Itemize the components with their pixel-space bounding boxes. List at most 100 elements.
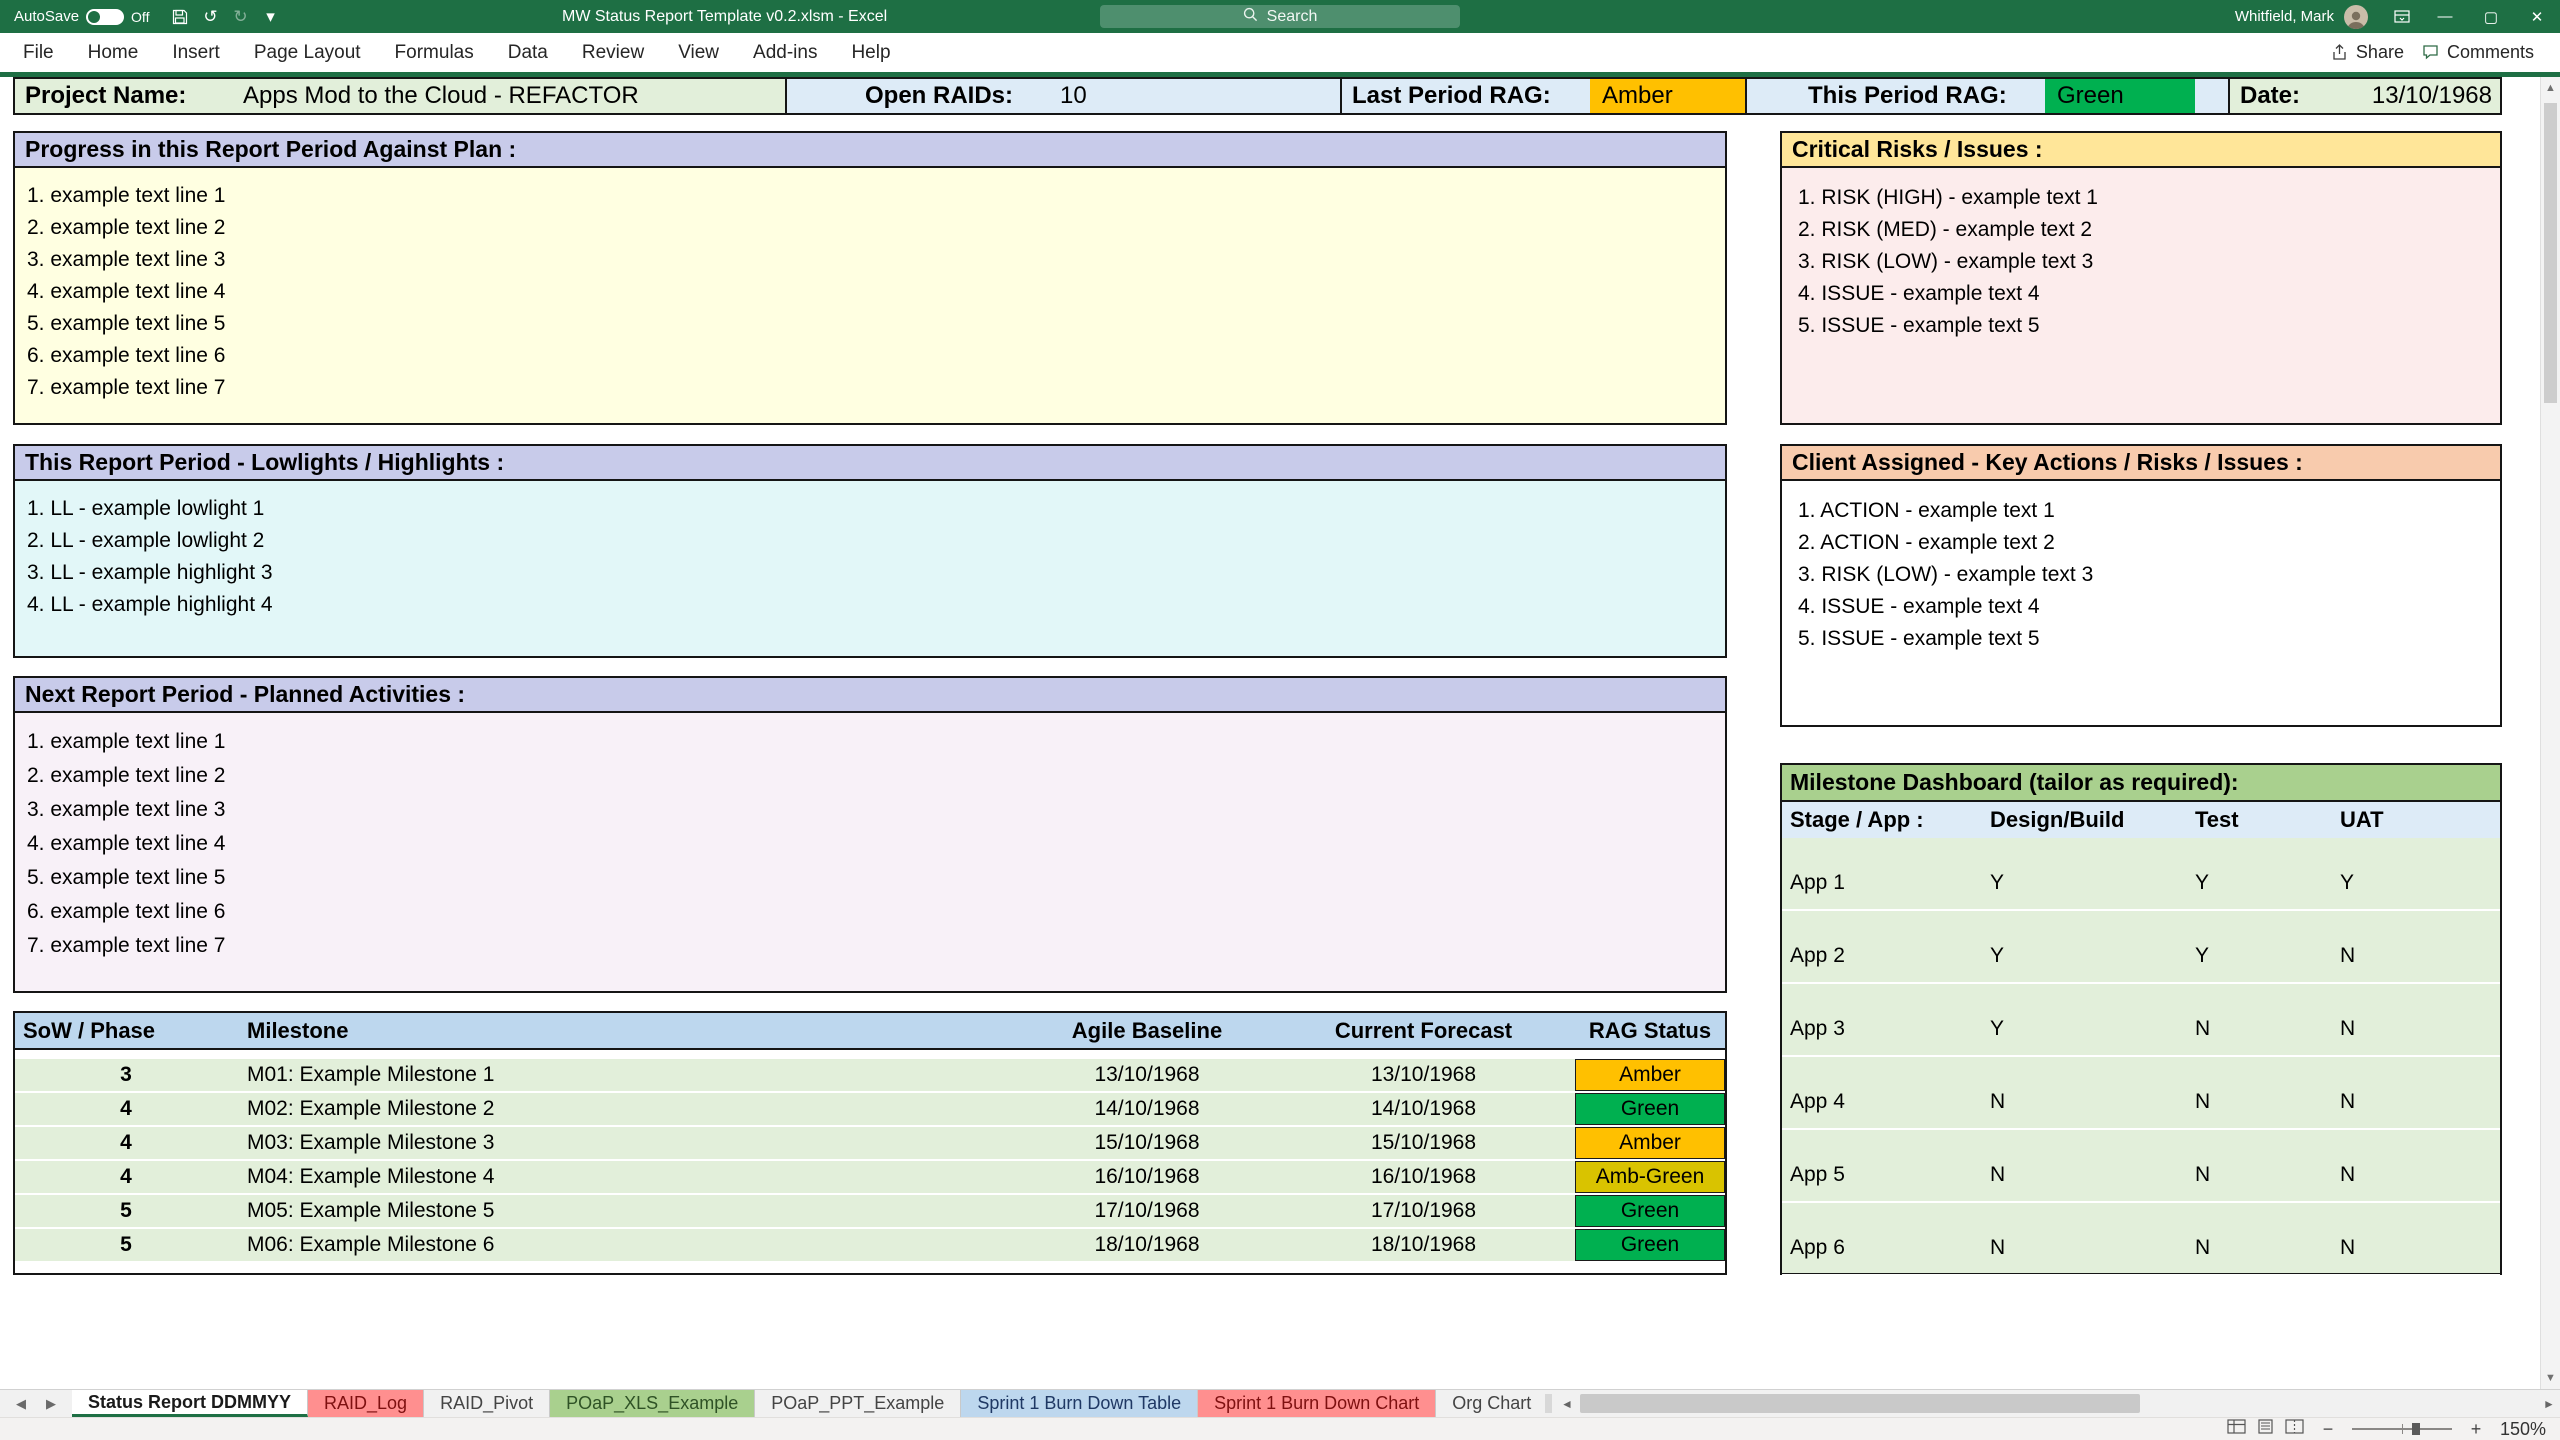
menu-view[interactable]: View bbox=[661, 33, 736, 72]
sheet-tab-raid-log[interactable]: RAID_Log bbox=[308, 1390, 425, 1417]
rag-status-cell[interactable]: Amber bbox=[1575, 1059, 1725, 1091]
menu-addins[interactable]: Add-ins bbox=[736, 33, 834, 72]
date-label[interactable]: Date: bbox=[2228, 79, 2345, 113]
milestone-cell[interactable]: M03: Example Milestone 3 bbox=[237, 1131, 1022, 1155]
share-button[interactable]: Share bbox=[2331, 42, 2404, 63]
text-line[interactable]: 2. example text line 2 bbox=[27, 212, 1715, 244]
baseline-cell[interactable]: 13/10/1968 bbox=[1022, 1063, 1272, 1087]
text-line[interactable]: 3. example text line 3 bbox=[27, 793, 1715, 827]
phase-cell[interactable]: 4 bbox=[15, 1131, 237, 1155]
menu-insert[interactable]: Insert bbox=[155, 33, 237, 72]
open-raids-value[interactable]: 10 bbox=[1015, 79, 1340, 113]
text-line[interactable]: 5. example text line 5 bbox=[27, 861, 1715, 895]
zoom-level[interactable]: 150% bbox=[2500, 1419, 2546, 1440]
client-assigned-section-title[interactable]: Client Assigned - Key Actions / Risks / … bbox=[1780, 444, 2502, 481]
undo-icon[interactable]: ↺ bbox=[197, 0, 223, 33]
maximize-button[interactable]: ▢ bbox=[2468, 0, 2514, 33]
dashboard-title[interactable]: Milestone Dashboard (tailor as required)… bbox=[1782, 765, 2500, 802]
uat-cell[interactable]: N bbox=[2332, 1017, 2500, 1041]
uat-cell[interactable]: N bbox=[2332, 1163, 2500, 1187]
forecast-cell[interactable]: 13/10/1968 bbox=[1272, 1063, 1575, 1087]
app-cell[interactable]: App 2 bbox=[1782, 944, 1982, 968]
text-line[interactable]: 1. example text line 1 bbox=[27, 180, 1715, 212]
baseline-cell[interactable]: 18/10/1968 bbox=[1022, 1233, 1272, 1257]
design-cell[interactable]: N bbox=[1982, 1163, 2187, 1187]
baseline-cell[interactable]: 14/10/1968 bbox=[1022, 1097, 1272, 1121]
scroll-left-icon[interactable]: ◄ bbox=[1556, 1397, 1578, 1411]
app-cell[interactable]: App 3 bbox=[1782, 1017, 1982, 1041]
forecast-cell[interactable]: 18/10/1968 bbox=[1272, 1233, 1575, 1257]
scroll-right-icon[interactable]: ► bbox=[2538, 1397, 2560, 1411]
quick-access-dropdown-icon[interactable]: ▾ bbox=[257, 0, 283, 33]
account-name[interactable]: Whitfield, Mark bbox=[2235, 8, 2334, 25]
page-break-view-icon[interactable] bbox=[2285, 1419, 2304, 1439]
col-test[interactable]: Test bbox=[2187, 807, 2332, 833]
comments-button[interactable]: Comments bbox=[2422, 42, 2534, 63]
save-icon[interactable] bbox=[167, 0, 193, 33]
rag-status-cell[interactable]: Green bbox=[1575, 1093, 1725, 1125]
milestone-cell[interactable]: M06: Example Milestone 6 bbox=[237, 1233, 1022, 1257]
next-sheet-icon[interactable]: ▶ bbox=[46, 1396, 56, 1412]
forecast-cell[interactable]: 15/10/1968 bbox=[1272, 1131, 1575, 1155]
text-line[interactable]: 6. example text line 6 bbox=[27, 895, 1715, 929]
test-cell[interactable]: N bbox=[2187, 1090, 2332, 1114]
phase-cell[interactable]: 5 bbox=[15, 1233, 237, 1257]
text-line[interactable]: 4. example text line 4 bbox=[27, 276, 1715, 308]
open-raids-label[interactable]: Open RAIDs: bbox=[785, 79, 1015, 113]
ribbon-display-options-icon[interactable] bbox=[2382, 0, 2422, 33]
forecast-cell[interactable]: 14/10/1968 bbox=[1272, 1097, 1575, 1121]
critical-risks-section-title[interactable]: Critical Risks / Issues : bbox=[1780, 131, 2502, 168]
milestone-cell[interactable]: M01: Example Milestone 1 bbox=[237, 1063, 1022, 1087]
project-name-label[interactable]: Project Name: bbox=[15, 79, 237, 113]
horizontal-scrollbar-thumb[interactable] bbox=[1580, 1394, 2140, 1413]
rag-status-cell[interactable]: Green bbox=[1575, 1195, 1725, 1227]
text-line[interactable]: 7. example text line 7 bbox=[27, 929, 1715, 963]
text-line[interactable]: 3. LL - example highlight 3 bbox=[27, 557, 1715, 589]
autosave-switch[interactable] bbox=[86, 8, 125, 25]
vertical-scrollbar[interactable]: ▲ ▼ bbox=[2540, 77, 2560, 1389]
next-period-section-title[interactable]: Next Report Period - Planned Activities … bbox=[13, 676, 1727, 713]
menu-help[interactable]: Help bbox=[834, 33, 907, 72]
text-line[interactable]: 1. LL - example lowlight 1 bbox=[27, 493, 1715, 525]
close-button[interactable]: ✕ bbox=[2514, 0, 2560, 33]
design-cell[interactable]: Y bbox=[1982, 871, 2187, 895]
zoom-out-button[interactable]: − bbox=[2320, 1419, 2336, 1440]
rag-status-cell[interactable]: Green bbox=[1575, 1229, 1725, 1261]
test-cell[interactable]: N bbox=[2187, 1017, 2332, 1041]
zoom-slider-thumb[interactable] bbox=[2411, 1423, 2420, 1435]
milestone-cell[interactable]: M02: Example Milestone 2 bbox=[237, 1097, 1022, 1121]
app-cell[interactable]: App 1 bbox=[1782, 871, 1982, 895]
progress-section-title[interactable]: Progress in this Report Period Against P… bbox=[13, 131, 1727, 168]
scroll-down-icon[interactable]: ▼ bbox=[2541, 1367, 2560, 1389]
minimize-button[interactable]: — bbox=[2422, 0, 2468, 33]
scroll-up-icon[interactable]: ▲ bbox=[2541, 77, 2560, 99]
test-cell[interactable]: N bbox=[2187, 1163, 2332, 1187]
sheet-tab-poap-xls[interactable]: POaP_XLS_Example bbox=[550, 1390, 756, 1417]
horizontal-scrollbar[interactable]: ◄ ► bbox=[1545, 1390, 2560, 1417]
text-line[interactable]: 7. example text line 7 bbox=[27, 372, 1715, 404]
text-line[interactable]: 6. example text line 6 bbox=[27, 340, 1715, 372]
test-cell[interactable]: Y bbox=[2187, 944, 2332, 968]
forecast-cell[interactable]: 16/10/1968 bbox=[1272, 1165, 1575, 1189]
text-line[interactable]: 1. ACTION - example text 1 bbox=[1798, 495, 2490, 527]
design-cell[interactable]: N bbox=[1982, 1090, 2187, 1114]
last-period-rag-label[interactable]: Last Period RAG: bbox=[1340, 79, 1590, 113]
app-cell[interactable]: App 4 bbox=[1782, 1090, 1982, 1114]
baseline-cell[interactable]: 16/10/1968 bbox=[1022, 1165, 1272, 1189]
milestone-cell[interactable]: M04: Example Milestone 4 bbox=[237, 1165, 1022, 1189]
progress-section-body[interactable]: 1. example text line 1 2. example text l… bbox=[13, 168, 1727, 425]
avatar[interactable] bbox=[2344, 4, 2368, 29]
text-line[interactable]: 5. ISSUE - example text 5 bbox=[1798, 623, 2490, 655]
sheet-tab-poap-ppt[interactable]: POaP_PPT_Example bbox=[755, 1390, 962, 1417]
zoom-in-button[interactable]: + bbox=[2468, 1419, 2484, 1440]
lowlights-section-title[interactable]: This Report Period - Lowlights / Highlig… bbox=[13, 444, 1727, 481]
rag-status-cell[interactable]: Amb-Green bbox=[1575, 1161, 1725, 1193]
text-line[interactable]: 3. RISK (LOW) - example text 3 bbox=[1798, 559, 2490, 591]
redo-icon[interactable]: ↻ bbox=[227, 0, 253, 33]
text-line[interactable]: 4. example text line 4 bbox=[27, 827, 1715, 861]
lowlights-section-body[interactable]: 1. LL - example lowlight 1 2. LL - examp… bbox=[13, 481, 1727, 658]
test-cell[interactable]: N bbox=[2187, 1236, 2332, 1260]
col-milestone[interactable]: Milestone bbox=[237, 1018, 1022, 1044]
text-line[interactable]: 5. ISSUE - example text 5 bbox=[1798, 310, 2490, 342]
text-line[interactable]: 4. ISSUE - example text 4 bbox=[1798, 278, 2490, 310]
